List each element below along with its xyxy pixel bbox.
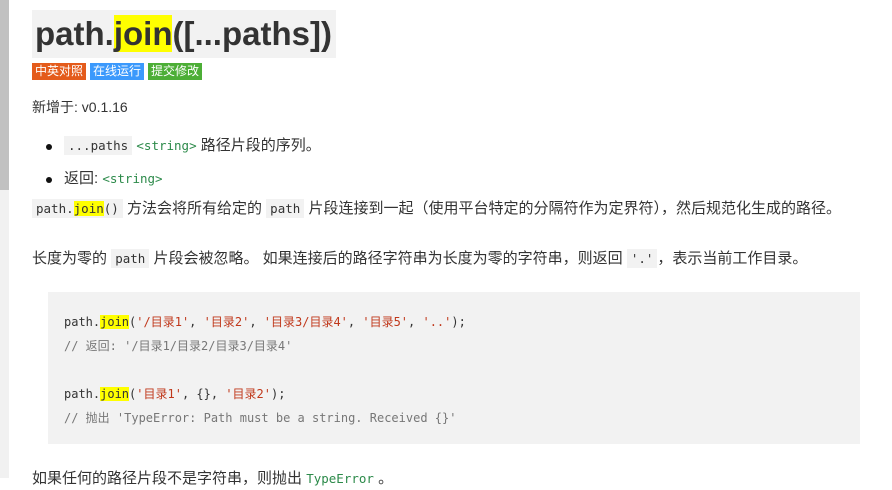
param-list: ...paths <string> 路径片段的序列。 返回: <string>	[32, 135, 892, 201]
page-title: path.join([...paths])	[32, 10, 336, 58]
param-desc: 路径片段的序列。	[200, 137, 321, 154]
code-comment: // 返回: '/目录1/目录2/目录3/目录4'	[64, 339, 293, 353]
scrollbar-thumb[interactable]	[0, 0, 9, 190]
vertical-scrollbar[interactable]	[0, 0, 9, 478]
list-item: ...paths <string> 路径片段的序列。	[46, 135, 892, 168]
paragraph-text: 长度为零的	[32, 250, 108, 267]
doc-content: path.join([...paths]) 中英对照 在线运行 提交修改 新增于: …	[32, 0, 892, 490]
param-name: ...paths	[64, 136, 133, 155]
added-version: 新增于: v0.1.16	[32, 99, 128, 115]
paragraph-text: 片段连接到一起（使用平台特定的分隔符作为定界符），然后规范化生成的路径。	[308, 200, 841, 217]
code-example: path.join('/目录1', '目录2', '目录3/目录4', '目录5…	[48, 292, 860, 444]
code-line: path.join('/目录1', '目录2', '目录3/目录4', '目录5…	[64, 315, 466, 329]
edit-badge[interactable]: 提交修改	[148, 63, 203, 80]
paragraph-text: 片段会被忽略。 如果连接后的路径字符串为长度为零的字符串，则返回	[153, 250, 623, 267]
inline-code: path	[111, 249, 150, 268]
code-line: path.join('目录1', {}, '目录2');	[64, 387, 286, 401]
list-item: 返回: <string>	[46, 168, 892, 201]
typeerror-paragraph: 如果任何的路径片段不是字符串，则抛出 TypeError 。	[32, 468, 892, 490]
return-type: <string>	[102, 171, 163, 186]
description-paragraph: path.join() 方法会将所有给定的 path 片段连接到一起（使用平台特…	[32, 198, 892, 220]
title-highlight: join	[113, 15, 173, 52]
paragraph-text: 。	[378, 470, 394, 487]
paragraph-text: ，表示当前工作目录。	[657, 250, 808, 267]
inline-code: path.join()	[32, 199, 123, 218]
title-prefix: path.	[35, 15, 114, 52]
inline-code: path	[266, 199, 305, 218]
inline-code: '.'	[626, 249, 658, 268]
param-type: <string>	[136, 138, 197, 153]
code-comment: // 抛出 'TypeError: Path must be a string.…	[64, 411, 457, 425]
paragraph-text: 如果任何的路径片段不是字符串，则抛出	[32, 470, 303, 487]
error-type: TypeError	[306, 471, 374, 486]
bilingual-badge[interactable]: 中英对照	[32, 63, 87, 80]
zero-length-paragraph: 长度为零的 path 片段会被忽略。 如果连接后的路径字符串为长度为零的字符串，…	[32, 248, 892, 270]
run-online-badge[interactable]: 在线运行	[90, 63, 145, 80]
badge-row: 中英对照 在线运行 提交修改	[32, 62, 892, 80]
title-suffix: ([...paths])	[172, 15, 332, 52]
return-label: 返回:	[64, 170, 99, 187]
paragraph-text: 方法会将所有给定的	[126, 200, 262, 217]
